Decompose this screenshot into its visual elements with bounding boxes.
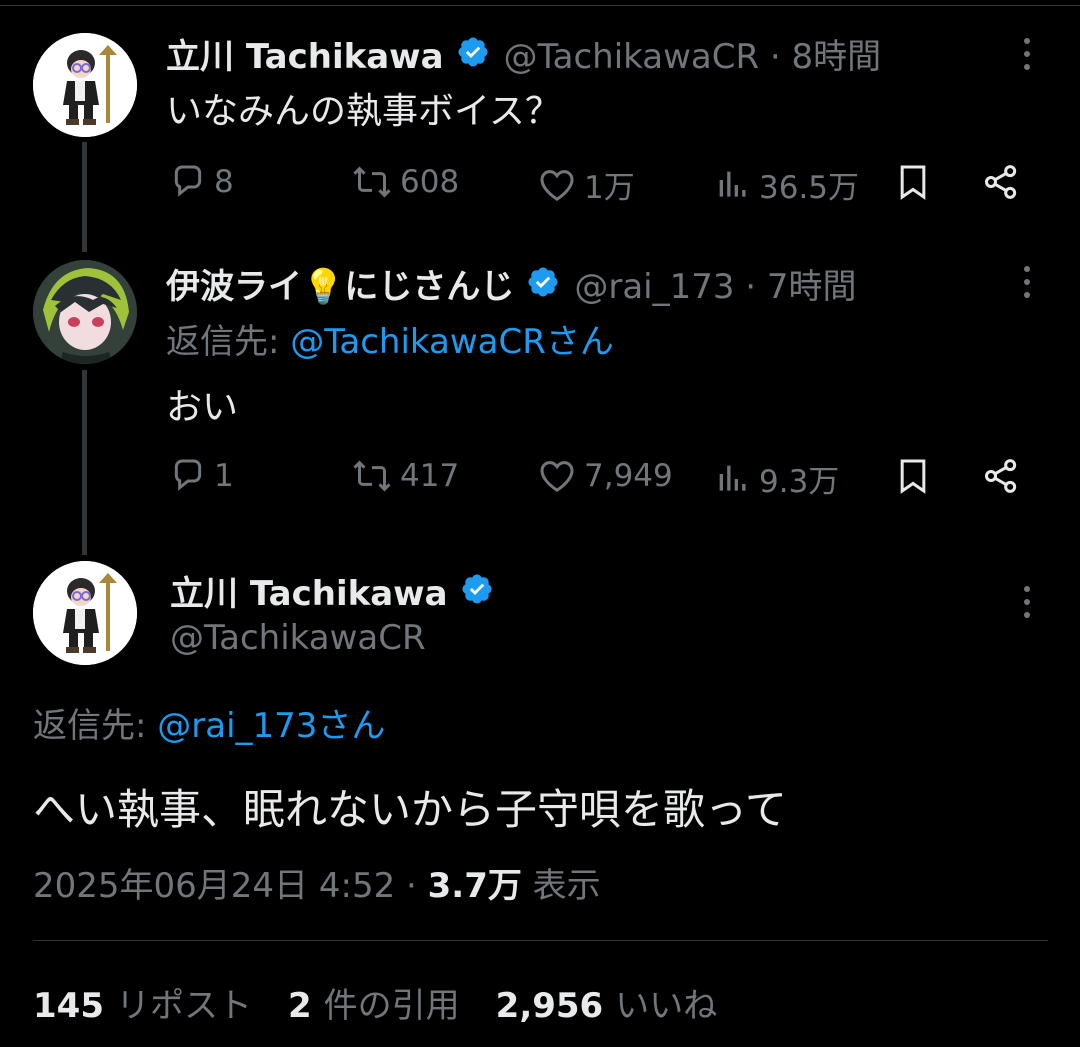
reposts-count: 145 xyxy=(33,986,104,1026)
more-icon[interactable] xyxy=(1017,582,1037,622)
views-icon xyxy=(719,171,746,197)
reply-to: 返信先: @TachikawaCRさん xyxy=(166,314,614,363)
tweet-text: おい xyxy=(166,387,239,428)
repost-button[interactable]: 608 xyxy=(350,162,459,202)
repost-button[interactable]: 417 xyxy=(350,456,459,496)
quotes-count: 2 xyxy=(287,986,312,1026)
avatar-tachikawa-illustration xyxy=(33,561,137,665)
handle-time[interactable]: @rai_173 · 7時間 xyxy=(574,259,856,308)
author-name[interactable]: 立川 Tachikawa xyxy=(166,29,444,78)
repost-count: 608 xyxy=(400,164,460,200)
tweet-text: へい執事、眠れないから子守唄を歌って xyxy=(33,785,787,834)
like-count: 1万 xyxy=(584,170,635,206)
quotes-stat[interactable]: 2 件の引用 xyxy=(288,978,460,1027)
like-count: 7,949 xyxy=(584,458,673,494)
thread-line xyxy=(82,142,87,252)
bookmark-button[interactable] xyxy=(893,162,933,202)
bookmark-button[interactable] xyxy=(893,456,933,496)
views-icon xyxy=(719,465,746,491)
divider xyxy=(33,940,1048,941)
reply-to-label: 返信先: xyxy=(33,706,158,746)
bookmark-icon xyxy=(900,165,926,200)
more-icon[interactable] xyxy=(1017,262,1037,302)
share-icon xyxy=(984,459,1017,493)
views-count: 3.7万 xyxy=(427,866,522,906)
verified-badge-icon xyxy=(456,35,490,73)
author-name[interactable]: 伊波ライ💡にじさんじ xyxy=(166,259,514,308)
views-count: 36.5万 xyxy=(759,170,860,206)
reply-to-handle-link[interactable]: @rai_173さん xyxy=(157,706,385,746)
reply-count: 1 xyxy=(214,458,234,494)
engagement-stats: 145 リポスト 2 件の引用 2,956 いいね xyxy=(33,978,753,1027)
verified-badge-icon xyxy=(460,572,494,610)
repost-icon xyxy=(353,166,391,198)
reply-to: 返信先: @rai_173さん xyxy=(33,698,385,747)
views-count: 9.3万 xyxy=(759,464,840,500)
avatar[interactable] xyxy=(33,260,137,364)
tweet-header: 立川 Tachikawa @TachikawaCR · 8時間 xyxy=(166,29,881,78)
share-icon xyxy=(984,165,1017,199)
verified-badge-icon xyxy=(526,265,560,303)
handle-time[interactable]: @TachikawaCR · 8時間 xyxy=(504,29,882,78)
reposts-stat[interactable]: 145 リポスト xyxy=(33,978,252,1027)
more-icon[interactable] xyxy=(1017,34,1037,74)
top-divider xyxy=(0,5,1080,6)
tweet-meta: 2025年06月24日 4:52 · 3.7万 表示 xyxy=(33,858,601,907)
tweet-text: いなみんの執事ボイス？ xyxy=(166,91,561,132)
avatar-tachikawa-illustration xyxy=(33,33,137,137)
reply-button[interactable]: 8 xyxy=(168,162,234,202)
tweet-header: 立川 Tachikawa xyxy=(170,566,494,615)
like-button[interactable]: 1万 xyxy=(536,162,635,207)
reply-icon xyxy=(174,459,202,491)
repost-count: 417 xyxy=(400,458,460,494)
bookmark-icon xyxy=(900,459,926,494)
views-label: 表示 xyxy=(521,866,601,906)
avatar[interactable] xyxy=(33,33,137,137)
quotes-label: 件の引用 xyxy=(323,986,460,1026)
author-name[interactable]: 立川 Tachikawa xyxy=(170,566,448,615)
views-button[interactable]: 9.3万 xyxy=(713,456,839,501)
likes-label: いいね xyxy=(615,986,718,1026)
share-button[interactable] xyxy=(980,162,1022,202)
reply-count: 8 xyxy=(214,164,234,200)
likes-stat[interactable]: 2,956 いいね xyxy=(496,978,718,1027)
reply-button[interactable]: 1 xyxy=(168,456,234,496)
like-icon xyxy=(540,169,574,201)
likes-count: 2,956 xyxy=(495,986,604,1026)
avatar[interactable] xyxy=(33,561,137,665)
reply-icon xyxy=(174,165,202,197)
reply-to-handle-link[interactable]: @TachikawaCRさん xyxy=(290,322,614,362)
repost-icon xyxy=(353,460,391,492)
reposts-label: リポスト xyxy=(115,986,252,1026)
views-button[interactable]: 36.5万 xyxy=(713,162,859,207)
timestamp[interactable]: 2025年06月24日 4:52 · xyxy=(33,866,428,906)
thread-line xyxy=(82,370,87,555)
like-icon xyxy=(540,461,574,492)
like-button[interactable]: 7,949 xyxy=(536,456,673,496)
avatar-rai-illustration xyxy=(33,260,137,364)
share-button[interactable] xyxy=(980,456,1022,496)
author-handle[interactable]: @TachikawaCR xyxy=(170,618,426,658)
tweet-header: 伊波ライ💡にじさんじ @rai_173 · 7時間 xyxy=(166,259,857,308)
reply-to-label: 返信先: xyxy=(166,322,291,362)
